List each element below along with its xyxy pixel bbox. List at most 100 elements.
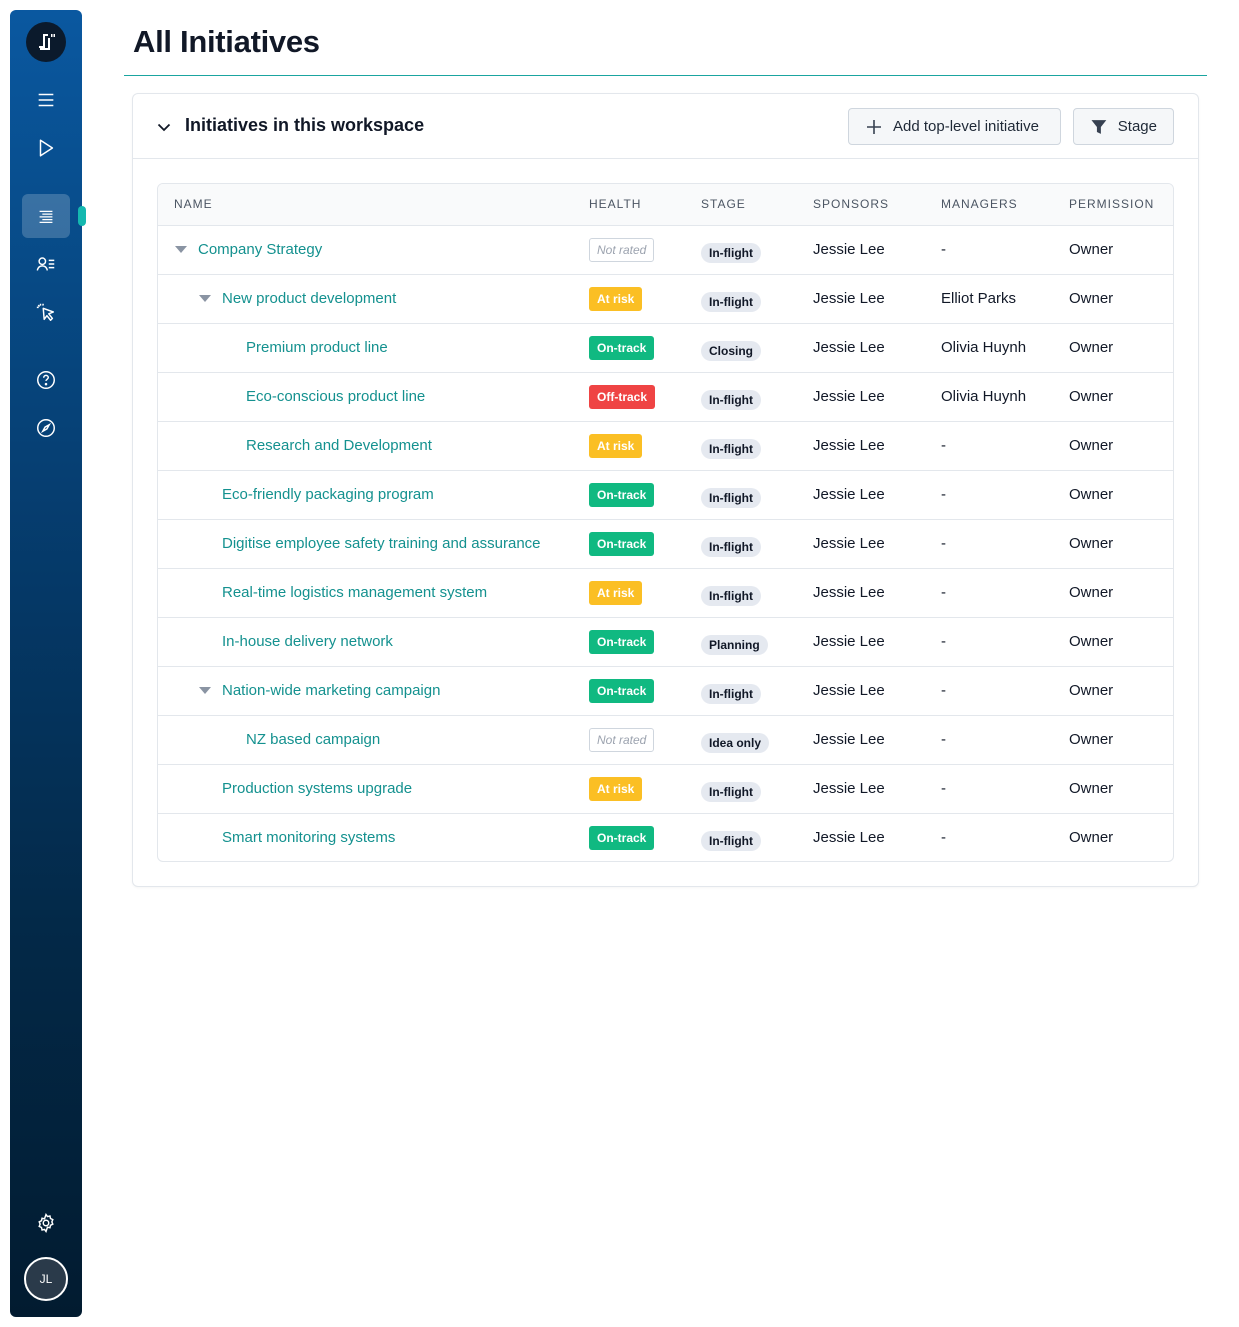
initiatives-table: NAME HEALTH STAGE SPONSORS MANAGERS PERM… xyxy=(157,183,1174,862)
stage-filter-button[interactable]: Stage xyxy=(1073,108,1174,145)
health-badge: Not rated xyxy=(589,727,655,752)
cursor-click-icon[interactable] xyxy=(22,290,70,334)
initiative-link[interactable]: Eco-conscious product line xyxy=(246,388,425,405)
health-cell: On-track xyxy=(573,323,685,372)
stage-badge: In-flight xyxy=(701,683,761,704)
table-row[interactable]: Digitise employee safety training and as… xyxy=(158,519,1173,568)
sponsor-cell: Jessie Lee xyxy=(813,682,885,699)
sponsor-cell: Jessie Lee xyxy=(813,486,885,503)
avatar[interactable]: JL xyxy=(24,1257,68,1301)
stage-cell: In-flight xyxy=(685,666,797,715)
table-row[interactable]: Research and Development At risk In-flight… xyxy=(158,421,1173,470)
stage-badge: In-flight xyxy=(701,487,761,508)
manager-cell: Elliot Parks xyxy=(941,290,1017,307)
table-header-row: NAME HEALTH STAGE SPONSORS MANAGERS PERM… xyxy=(158,184,1173,226)
column-header-permission[interactable]: PERMISSION xyxy=(1053,184,1173,226)
sponsor-cell: Jessie Lee xyxy=(813,780,885,797)
stage-badge: In-flight xyxy=(701,291,761,312)
expand-caret-icon[interactable] xyxy=(198,686,212,696)
stage-cell: Idea only xyxy=(685,715,797,764)
stage-badge: In-flight xyxy=(701,389,761,410)
initiative-link[interactable]: Eco-friendly packaging program xyxy=(222,486,434,503)
page-title: All Initiatives xyxy=(133,24,320,59)
expand-caret-icon[interactable] xyxy=(198,294,212,304)
initiative-link[interactable]: NZ based campaign xyxy=(246,731,380,748)
table-row[interactable]: Production systems upgrade At risk In-flig… xyxy=(158,764,1173,813)
name-cell: In-house delivery network xyxy=(158,617,573,666)
table-row[interactable]: Eco-conscious product line Off-track In-fl… xyxy=(158,372,1173,421)
stage-badge: Idea only xyxy=(701,732,770,753)
table-row[interactable]: Real-time logistics management system At … xyxy=(158,568,1173,617)
health-badge: At risk xyxy=(589,286,643,311)
initiative-link[interactable]: Production systems upgrade xyxy=(222,780,412,797)
stage-button-label: Stage xyxy=(1117,118,1157,135)
plus-icon xyxy=(867,119,881,134)
permission-cell: Owner xyxy=(1069,535,1114,552)
health-badge: On-track xyxy=(589,531,655,556)
panel-header: Initiatives in this workspace Add top-le… xyxy=(133,94,1198,159)
stage-cell: Closing xyxy=(685,323,797,372)
initiative-link[interactable]: Real-time logistics management system xyxy=(222,584,487,601)
gear-icon[interactable] xyxy=(22,1201,70,1245)
add-button-label: Add top-level initiative xyxy=(893,118,1039,135)
people-list-icon[interactable] xyxy=(22,242,70,286)
column-header-sponsors[interactable]: SPONSORS xyxy=(797,184,925,226)
table-row[interactable]: Smart monitoring systems On-track In-fligh… xyxy=(158,813,1173,861)
manager-cell: - xyxy=(941,780,946,797)
initiative-link[interactable]: Premium product line xyxy=(246,339,388,356)
manager-cell: - xyxy=(941,584,946,601)
manager-cell: - xyxy=(941,829,946,847)
permission-cell: Owner xyxy=(1069,241,1114,258)
stage-badge: Planning xyxy=(701,634,768,655)
permission-cell: Owner xyxy=(1069,584,1114,601)
permission-cell: Owner xyxy=(1069,290,1114,307)
table-row[interactable]: Nation-wide marketing campaign On-track In… xyxy=(158,666,1173,715)
health-badge: At risk xyxy=(589,433,643,458)
initiative-link[interactable]: Nation-wide marketing campaign xyxy=(222,682,440,699)
logo-icon[interactable] xyxy=(26,22,66,62)
stage-badge: In-flight xyxy=(701,585,761,606)
stage-badge: In-flight xyxy=(701,830,761,851)
stage-cell: In-flight xyxy=(685,519,797,568)
initiative-link[interactable]: In-house delivery network xyxy=(222,633,393,650)
table-row[interactable]: Company Strategy Not rated In-flight Jessie… xyxy=(158,225,1173,274)
initiative-link[interactable]: Research and Development xyxy=(246,437,432,454)
sponsor-cell: Jessie Lee xyxy=(813,437,885,454)
health-badge: On-track xyxy=(589,335,655,360)
sponsor-cell: Jessie Lee xyxy=(813,290,885,307)
health-cell: Not rated xyxy=(573,715,685,764)
table-row[interactable]: New product development At risk In-flight J… xyxy=(158,274,1173,323)
name-cell: NZ based campaign xyxy=(158,715,573,764)
help-circle-icon[interactable] xyxy=(22,358,70,402)
initiative-link[interactable]: Company Strategy xyxy=(198,241,322,258)
table-row[interactable]: Eco-friendly packaging program On-track In… xyxy=(158,470,1173,519)
stage-cell: In-flight xyxy=(685,372,797,421)
name-cell: Production systems upgrade xyxy=(158,764,573,813)
name-cell: Premium product line xyxy=(158,323,573,372)
table-row[interactable]: NZ based campaign Not rated Idea only Jessi… xyxy=(158,715,1173,764)
health-cell: At risk xyxy=(573,274,685,323)
table-row[interactable]: In-house delivery network On-track Plannin… xyxy=(158,617,1173,666)
column-header-name[interactable]: NAME xyxy=(158,184,573,226)
name-cell: Research and Development xyxy=(158,421,573,470)
name-cell: Real-time logistics management system xyxy=(158,568,573,617)
sponsor-cell: Jessie Lee xyxy=(813,633,885,650)
health-cell: Not rated xyxy=(573,225,685,274)
table-row[interactable]: Premium product line On-track Closing Jessi… xyxy=(158,323,1173,372)
initiative-link[interactable]: Digitise employee safety training and as… xyxy=(222,535,541,552)
hamburger-icon[interactable] xyxy=(22,78,70,122)
chevron-down-icon[interactable] xyxy=(153,116,175,138)
manager-cell: - xyxy=(941,437,946,454)
list-icon[interactable] xyxy=(22,194,70,238)
column-header-managers[interactable]: MANAGERS xyxy=(925,184,1053,226)
column-header-health[interactable]: HEALTH xyxy=(573,184,685,226)
add-top-level-initiative-button[interactable]: Add top-level initiative xyxy=(848,108,1061,145)
health-cell: Off-track xyxy=(573,372,685,421)
compass-icon[interactable] xyxy=(22,406,70,450)
play-icon[interactable] xyxy=(22,126,70,170)
expand-caret-icon[interactable] xyxy=(174,245,188,255)
initiative-link[interactable]: Smart monitoring systems xyxy=(222,829,395,846)
initiative-link[interactable]: New product development xyxy=(222,290,396,307)
health-cell: At risk xyxy=(573,421,685,470)
column-header-stage[interactable]: STAGE xyxy=(685,184,797,226)
